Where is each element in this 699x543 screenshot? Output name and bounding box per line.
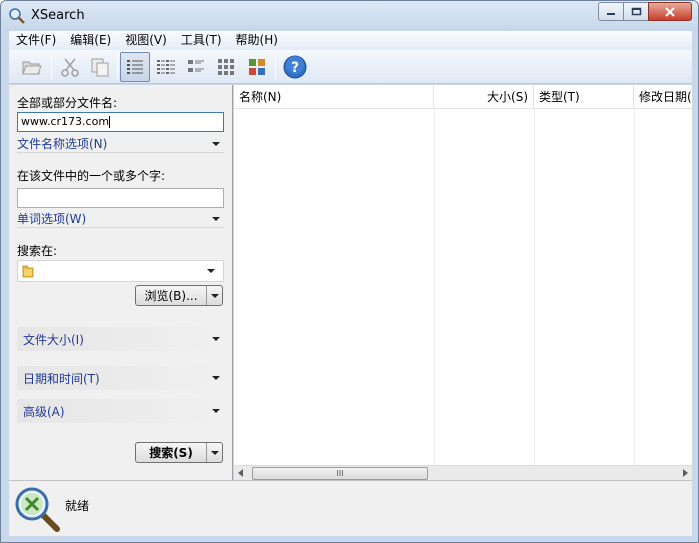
column-header-type[interactable]: 类型(T) <box>534 85 634 109</box>
chevron-down-icon <box>212 337 220 341</box>
chevron-down-icon <box>212 216 220 221</box>
list-view-button[interactable] <box>151 52 181 82</box>
maximize-button[interactable] <box>623 2 649 21</box>
advanced-section[interactable]: 高级(A) <box>17 399 224 423</box>
copy-button[interactable] <box>85 52 115 82</box>
maximize-icon <box>631 7 641 16</box>
close-button[interactable] <box>648 2 692 21</box>
date-time-label: 日期和时间(T) <box>23 371 100 386</box>
browse-dropdown-button[interactable] <box>206 286 222 305</box>
chevron-down-icon <box>210 450 219 455</box>
thumbnail-view-icon <box>249 59 265 75</box>
status-text: 就绪 <box>65 499 90 513</box>
column-divider <box>534 109 535 465</box>
title-bar[interactable]: XSearch <box>1 1 698 31</box>
toolbar: ? <box>9 50 692 84</box>
caption-buttons <box>598 2 692 22</box>
date-time-section[interactable]: 日期和时间(T) <box>17 366 224 390</box>
chevron-down-icon <box>207 269 215 273</box>
toolbar-separator <box>275 55 276 79</box>
small-icons-view-button[interactable] <box>181 52 211 82</box>
folder-icon <box>22 265 34 278</box>
filename-input-value: www.cr173.com <box>21 115 110 128</box>
menu-view[interactable]: 视图(V) <box>118 31 174 50</box>
filename-input[interactable]: www.cr173.com <box>17 112 224 132</box>
menu-bar: 文件(F) 编辑(E) 视图(V) 工具(T) 帮助(H) <box>9 31 692 50</box>
large-icons-view-button[interactable] <box>211 52 241 82</box>
minimize-icon <box>607 12 615 15</box>
browse-button-label: 浏览(B)... <box>144 289 198 303</box>
column-divider <box>434 109 435 465</box>
open-folder-button[interactable] <box>17 52 47 82</box>
magnifier-app-icon <box>9 8 25 24</box>
large-icons-view-icon <box>218 59 234 75</box>
search-in-combo[interactable] <box>17 260 224 282</box>
app-window: XSearch 文件(F) 编辑(E) 视图(V) 工具(T) 帮助(H) ? … <box>0 0 699 543</box>
browse-button[interactable]: 浏览(B)... <box>135 285 223 306</box>
word-input[interactable] <box>17 188 224 208</box>
scroll-right-icon[interactable] <box>683 469 688 477</box>
search-in-label: 搜索在: <box>17 244 58 258</box>
toolbar-separator <box>117 55 118 79</box>
search-button[interactable]: 搜索(S) <box>135 442 223 463</box>
word-options-dropdown[interactable]: 单词选项(W) <box>17 210 224 228</box>
filename-label: 全部或部分文件名: <box>17 96 118 110</box>
scrollbar-grip: III <box>336 469 344 478</box>
filename-options-dropdown[interactable]: 文件名称选项(N) <box>17 135 224 153</box>
help-button[interactable]: ? <box>280 52 310 82</box>
search-status-icon <box>15 487 60 532</box>
advanced-label: 高级(A) <box>23 404 65 419</box>
small-icons-view-icon <box>188 60 204 72</box>
menu-tools[interactable]: 工具(T) <box>174 31 229 50</box>
menu-file[interactable]: 文件(F) <box>9 31 63 50</box>
minimize-button[interactable] <box>598 2 624 21</box>
column-divider <box>634 109 635 465</box>
word-options-label: 单词选项(W) <box>17 212 87 226</box>
search-button-label: 搜索(S) <box>149 446 193 460</box>
close-icon <box>665 6 675 17</box>
details-view-icon <box>127 60 143 74</box>
list-view-icon <box>157 60 175 74</box>
details-view-button[interactable] <box>120 52 150 82</box>
status-bar: 就绪 <box>9 480 692 536</box>
results-list[interactable]: 名称(N) 大小(S) 类型(T) 修改日期(M) III <box>234 85 692 480</box>
toolbar-separator <box>51 55 52 79</box>
chevron-down-icon <box>210 293 219 298</box>
search-dropdown-button[interactable] <box>206 443 222 462</box>
column-header-modified[interactable]: 修改日期(M) <box>634 85 692 109</box>
cut-button[interactable] <box>55 52 85 82</box>
chevron-down-icon <box>212 409 220 413</box>
thumbnail-view-button[interactable] <box>242 52 272 82</box>
file-size-section[interactable]: 文件大小(I) <box>17 327 224 351</box>
search-panel: 全部或部分文件名: www.cr173.com 文件名称选项(N) 在该文件中的… <box>9 85 233 480</box>
column-header-name[interactable]: 名称(N) <box>234 85 434 109</box>
word-label: 在该文件中的一个或多个字: <box>17 169 166 183</box>
horizontal-scrollbar[interactable]: III <box>234 465 692 480</box>
file-size-label: 文件大小(I) <box>23 332 84 347</box>
chevron-down-icon <box>212 376 220 380</box>
scroll-left-icon[interactable] <box>238 469 243 477</box>
filename-options-label: 文件名称选项(N) <box>17 137 108 151</box>
open-folder-icon <box>22 61 42 75</box>
svg-text:?: ? <box>291 60 299 76</box>
scrollbar-thumb[interactable]: III <box>252 467 428 480</box>
cut-icon <box>61 58 79 77</box>
copy-icon <box>91 58 109 77</box>
window-title: XSearch <box>31 8 85 23</box>
menu-edit[interactable]: 编辑(E) <box>63 31 118 50</box>
help-icon: ? <box>283 55 307 79</box>
menu-help[interactable]: 帮助(H) <box>229 31 285 50</box>
column-header-size[interactable]: 大小(S) <box>434 85 534 109</box>
chevron-down-icon <box>212 141 220 146</box>
